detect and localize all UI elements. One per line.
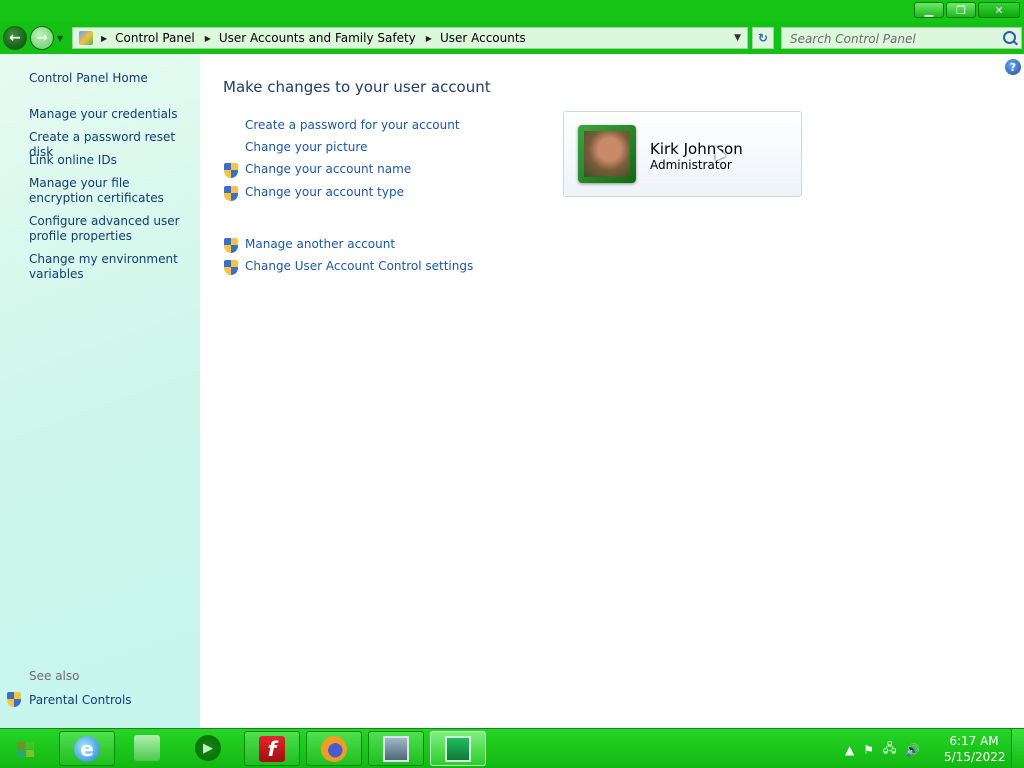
control-panel-home-link[interactable]: Control Panel Home xyxy=(29,71,194,86)
refresh-button[interactable]: ↻ xyxy=(752,27,774,49)
firefox-icon xyxy=(321,736,347,762)
create-password-link[interactable]: Create a password for your account xyxy=(245,118,460,132)
advanced-profile-properties-link[interactable]: Configure advanced user profile properti… xyxy=(29,214,194,244)
address-bar[interactable]: ▶ Control Panel ▶ User Accounts and Fami… xyxy=(72,27,748,49)
volume-icon[interactable]: 🔊 xyxy=(905,743,920,757)
manage-credentials-link[interactable]: Manage your credentials xyxy=(29,107,194,122)
change-account-type-link[interactable]: Change your account type xyxy=(245,185,404,199)
breadcrumb-control-panel[interactable]: Control Panel xyxy=(115,31,195,45)
restore-button[interactable]: ❐ xyxy=(946,2,976,18)
back-button[interactable]: ← xyxy=(3,26,27,50)
internet-explorer-icon: e xyxy=(74,736,100,762)
left-task-pane: Control Panel Home Manage your credentia… xyxy=(0,54,200,728)
breadcrumb-user-accounts[interactable]: User Accounts xyxy=(440,31,526,45)
parental-controls-link[interactable]: Parental Controls xyxy=(7,692,132,707)
taskbar-control-panel[interactable] xyxy=(430,731,486,766)
file-encryption-certificates-link[interactable]: Manage your file encryption certificates xyxy=(29,176,194,206)
user-role: Administrator xyxy=(650,158,732,172)
taskbar-windows-explorer[interactable] xyxy=(120,731,176,766)
search-icon[interactable] xyxy=(1003,31,1016,44)
environment-variables-link[interactable]: Change my environment variables xyxy=(29,252,194,282)
control-panel-icon xyxy=(445,736,471,762)
user-avatar xyxy=(578,125,636,183)
system-tray: ▲ ⚑ 🖧 🔊 xyxy=(845,739,920,760)
windows-explorer-icon xyxy=(134,735,160,761)
control-panel-icon xyxy=(79,31,93,45)
clock-time: 6:17 AM xyxy=(949,734,999,748)
chevron-right-icon[interactable]: ▶ xyxy=(205,34,211,43)
media-player-icon: ▶ xyxy=(195,735,221,761)
taskbar-firefox[interactable] xyxy=(306,731,362,766)
uac-settings-link[interactable]: Change User Account Control settings xyxy=(245,259,473,273)
change-account-name-link[interactable]: Change your account name xyxy=(245,162,411,176)
clock-date: 5/15/2022 xyxy=(944,750,1006,764)
clock[interactable]: 6:17 AM 5/15/2022 xyxy=(944,733,1006,765)
uac-shield-icon xyxy=(7,692,21,707)
show-hidden-icons-button[interactable]: ▲ xyxy=(845,743,854,757)
chevron-right-icon[interactable]: ▶ xyxy=(426,34,432,43)
taskbar-internet-explorer[interactable]: e xyxy=(59,731,115,766)
network-icon[interactable]: 🖧 xyxy=(883,739,896,760)
windows-logo-icon xyxy=(17,742,35,758)
start-button[interactable] xyxy=(5,732,49,766)
see-also-heading: See also xyxy=(29,669,80,683)
forward-button[interactable]: → xyxy=(30,26,54,50)
title-bar: ▁ ❐ ✕ xyxy=(0,0,1024,22)
help-button[interactable]: ? xyxy=(1005,59,1021,75)
search-input[interactable] xyxy=(782,29,1000,49)
address-dropdown-icon[interactable]: ▼ xyxy=(734,33,741,43)
action-center-flag-icon[interactable]: ⚑ xyxy=(863,743,874,757)
show-desktop-button[interactable] xyxy=(1011,729,1024,768)
taskbar-system-monitor[interactable] xyxy=(368,731,424,766)
uac-shield-icon xyxy=(224,260,238,275)
parental-controls-label[interactable]: Parental Controls xyxy=(29,693,132,707)
change-picture-link[interactable]: Change your picture xyxy=(245,140,367,154)
user-picture xyxy=(584,131,630,177)
link-online-ids-link[interactable]: Link online IDs xyxy=(29,153,194,168)
uac-shield-icon xyxy=(224,163,238,178)
user-name: Kirk Johnson xyxy=(650,140,743,158)
chevron-right-icon[interactable]: ▶ xyxy=(101,34,107,43)
flash-icon: f xyxy=(259,736,285,762)
taskbar-flash[interactable]: f xyxy=(244,731,300,766)
system-monitor-icon xyxy=(383,736,409,762)
taskbar-media-player[interactable]: ▶ xyxy=(181,731,237,766)
caption-buttons: ▁ ❐ ✕ xyxy=(914,2,1020,18)
uac-shield-icon xyxy=(224,238,238,253)
manage-another-account-link[interactable]: Manage another account xyxy=(245,237,395,251)
breadcrumb-user-accounts-family-safety[interactable]: User Accounts and Family Safety xyxy=(219,31,416,45)
close-button[interactable]: ✕ xyxy=(978,2,1020,18)
page-title: Make changes to your user account xyxy=(223,78,491,96)
search-box[interactable] xyxy=(781,27,1022,49)
navigation-bar: ← → ▼ ▶ Control Panel ▶ User Accounts an… xyxy=(0,22,1024,54)
taskbar: e ▶ f ▲ ⚑ 🖧 🔊 6:17 AM 5/15/2022 xyxy=(0,728,1024,768)
uac-shield-icon xyxy=(224,186,238,201)
user-account-card: Kirk Johnson Administrator xyxy=(563,111,802,197)
minimize-button[interactable]: ▁ xyxy=(914,2,944,18)
recent-pages-dropdown[interactable]: ▼ xyxy=(57,34,63,43)
